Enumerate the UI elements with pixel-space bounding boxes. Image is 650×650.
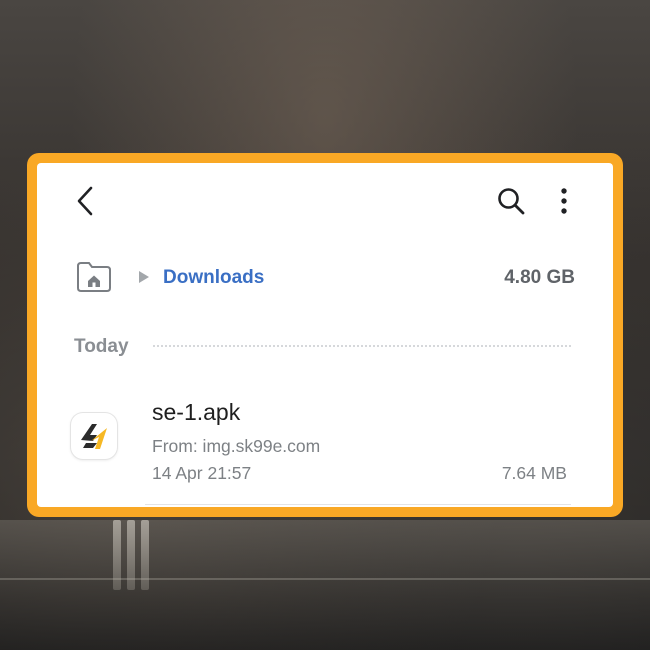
file-date: 14 Apr 21:57 <box>152 463 252 483</box>
file-manager-panel: Downloads 4.80 GB Today se-1.apk From: i… <box>37 163 613 507</box>
search-button[interactable] <box>494 183 528 219</box>
background-field <box>0 520 650 650</box>
background-stump <box>127 520 135 590</box>
section-divider <box>153 345 571 347</box>
background-stump <box>113 520 121 590</box>
file-size: 7.64 MB <box>501 463 567 483</box>
file-list-item[interactable]: se-1.apk From: img.sk99e.com 14 Apr 21:5… <box>37 385 613 505</box>
storage-size: 4.80 GB <box>504 267 575 288</box>
back-button[interactable] <box>71 183 101 219</box>
background-photo: Downloads 4.80 GB Today se-1.apk From: i… <box>0 0 650 650</box>
background-crease-line <box>0 578 650 580</box>
background-stump <box>141 520 149 590</box>
file-source: From: img.sk99e.com <box>152 436 321 456</box>
app-logo-icon <box>71 413 117 459</box>
home-folder-icon[interactable] <box>75 260 113 294</box>
more-vertical-icon <box>561 188 567 214</box>
section-header: Today <box>74 336 129 357</box>
file-name: se-1.apk <box>152 399 241 425</box>
more-options-button[interactable] <box>549 183 579 219</box>
row-divider <box>145 504 571 505</box>
highlight-frame: Downloads 4.80 GB Today se-1.apk From: i… <box>27 153 623 517</box>
chevron-left-icon <box>77 186 93 216</box>
search-icon <box>498 188 525 215</box>
triangle-right-icon <box>137 270 151 284</box>
breadcrumb-current-folder[interactable]: Downloads <box>163 267 264 289</box>
